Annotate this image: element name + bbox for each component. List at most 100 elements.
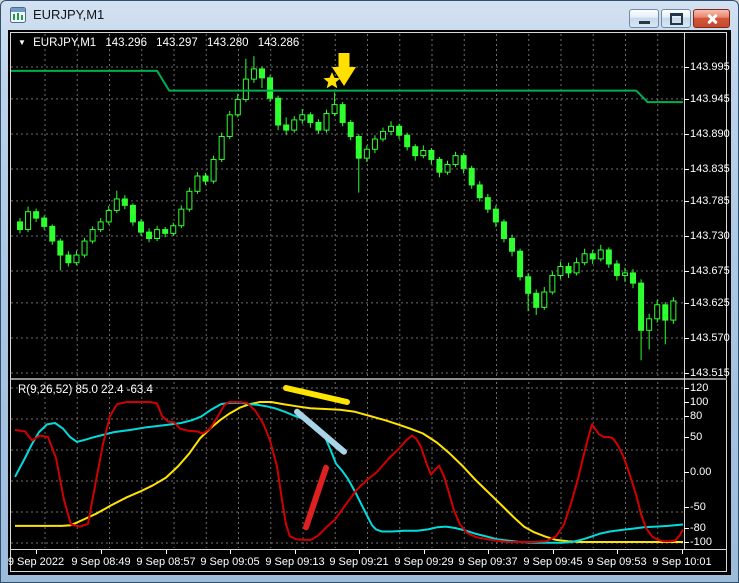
candle-body: [371, 138, 378, 150]
candle-body: [436, 158, 443, 173]
restore-icon: [669, 12, 683, 25]
candle-body: [218, 135, 225, 160]
window-controls: [629, 9, 730, 28]
mt4-chart-window: EURJPY,M1 ▼ EURJPY,M1 143.296 143.297 14…: [0, 0, 739, 583]
candle-body: [565, 266, 572, 274]
candle-body: [162, 229, 169, 234]
header-open: 143.296: [105, 37, 147, 49]
candle-body: [420, 150, 427, 157]
candle-body: [267, 77, 274, 99]
header-high: 143.297: [156, 37, 198, 49]
candle-body: [484, 197, 491, 210]
window-title: EURJPY,M1: [33, 7, 105, 22]
candle-body: [146, 231, 153, 239]
candle-body: [396, 125, 403, 136]
candle-body: [25, 211, 32, 231]
header-low: 143.280: [206, 37, 249, 49]
candle-body: [613, 263, 620, 276]
chart-ohlc-header: ▼ EURJPY,M1 143.296 143.297 143.280 143.…: [18, 37, 305, 49]
candle-body: [541, 291, 548, 308]
candle-body: [605, 249, 612, 265]
candle-body: [41, 217, 48, 227]
candle-body: [242, 78, 249, 101]
candle-body: [638, 282, 645, 331]
candle-body: [178, 208, 185, 227]
candle-body: [315, 121, 322, 131]
header-symbol: EURJPY,M1: [33, 37, 97, 49]
candle-body: [258, 68, 265, 79]
collapse-triangle-icon[interactable]: ▼: [18, 38, 26, 47]
indicator-line-yellow-slow-line: [15, 401, 683, 543]
candle-body: [49, 225, 56, 242]
candle-body: [379, 130, 386, 140]
candle-body: [33, 211, 40, 219]
candle-body: [194, 175, 201, 192]
candle-body: [307, 114, 314, 123]
candle-body: [339, 104, 346, 123]
candle-body: [137, 221, 144, 233]
candle-body: [525, 276, 532, 294]
main-grid: [11, 34, 683, 377]
candle-body: [363, 148, 370, 159]
candle-body: [654, 304, 661, 320]
trend-mark-red: [303, 464, 329, 531]
main-price-pane[interactable]: [11, 33, 683, 378]
candle-body: [73, 254, 80, 264]
candle-body: [105, 209, 112, 223]
indicator-pane[interactable]: [11, 381, 683, 549]
candle-body: [468, 167, 475, 186]
indicator-line-cyan-mid-line: [14, 401, 683, 544]
candle-body: [81, 240, 88, 256]
trend-mark-lightblue: [294, 408, 347, 455]
candle-body: [452, 155, 459, 166]
restore-button[interactable]: [661, 9, 691, 28]
candle-body: [65, 254, 72, 264]
candle-body: [670, 300, 677, 321]
candle-body: [662, 304, 669, 321]
price-axis-separator: [684, 33, 685, 549]
candle-body: [283, 124, 290, 131]
candle-body: [581, 253, 588, 264]
candle-body: [89, 229, 96, 242]
trend-mark-yellow: [283, 385, 350, 405]
close-button[interactable]: [693, 9, 730, 28]
candle-body: [500, 221, 507, 239]
candle-body: [476, 184, 483, 199]
titlebar[interactable]: EURJPY,M1: [0, 0, 739, 30]
candlesticks: [17, 56, 677, 361]
candle-body: [589, 253, 596, 260]
candle-body: [388, 125, 395, 132]
indicator-line-red-fast-line: [14, 401, 683, 543]
close-icon: [706, 13, 718, 25]
minimize-button[interactable]: [629, 9, 659, 28]
candle-body: [226, 114, 233, 137]
candle-body: [460, 155, 467, 169]
candle-body: [573, 262, 580, 274]
candle-body: [533, 292, 540, 308]
candle-body: [154, 229, 161, 239]
pane-separator[interactable]: [11, 378, 727, 380]
candle-body: [250, 68, 257, 80]
candle-body: [202, 175, 209, 182]
candle-body: [129, 204, 136, 223]
candle-body: [275, 97, 282, 126]
candle-body: [444, 164, 451, 173]
candle-body: [57, 240, 64, 256]
candle-body: [412, 146, 419, 157]
minimize-icon: [638, 20, 650, 24]
candle-body: [509, 237, 516, 252]
candle-body: [323, 113, 330, 131]
candle-body: [17, 221, 23, 231]
candle-body: [557, 266, 564, 276]
header-close: 143.286: [257, 37, 300, 49]
candle-body: [113, 198, 120, 211]
candle-body: [404, 134, 411, 148]
candle-body: [170, 225, 177, 234]
candle-body: [621, 272, 628, 276]
candle-body: [492, 208, 499, 223]
candle-body: [299, 114, 306, 121]
candle-body: [428, 150, 435, 160]
candle-body: [331, 104, 338, 115]
indicator-label: R(9,26,52) 85.0 22.4 -63.4: [18, 384, 153, 396]
candle-body: [355, 135, 362, 159]
